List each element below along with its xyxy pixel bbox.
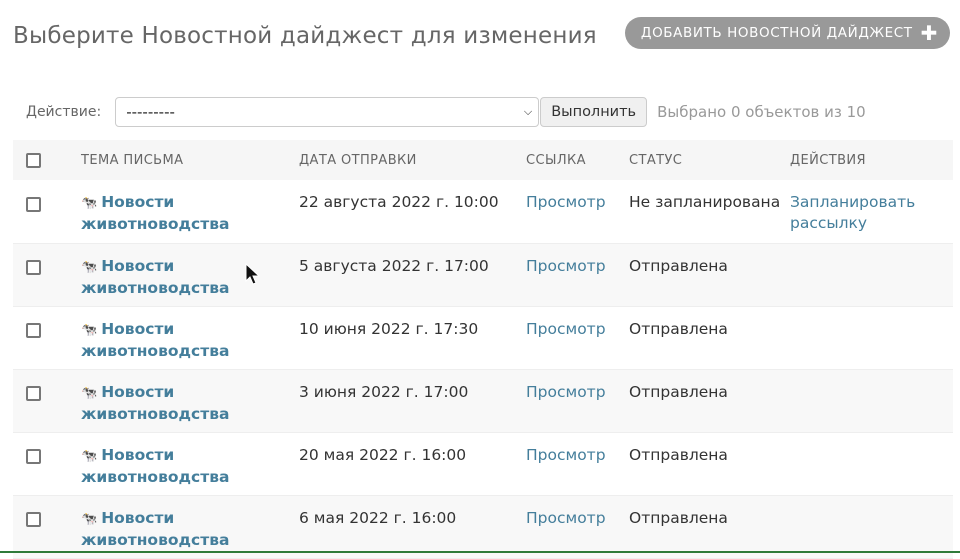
table-row: 🐄 Новости животноводства 22 августа 2022 … [13,180,953,243]
chevron-down-icon: ⌵ [523,105,533,118]
date-cell: 6 мая 2022 г. 16:00 [299,508,457,527]
date-cell: 20 мая 2022 г. 16:00 [299,445,467,464]
status-cell: Отправлена [629,256,728,275]
table-row: 🐄 Новости животноводства 20 мая 2022 г. 1… [13,432,953,495]
subject-cell: 🐄 Новости животноводства [81,432,299,495]
plus-icon: ✚ [920,21,938,45]
link-cell: Просмотр [526,180,629,243]
action-cell [790,306,953,369]
view-link[interactable]: Просмотр [526,383,606,401]
action-select[interactable]: --------- ⌵ [115,97,540,127]
results-table: Тема письма Дата отправки Ссылка Статус … [13,140,953,559]
subject-link[interactable]: Новости животноводства [81,383,230,423]
row-checkbox-cell [13,243,81,306]
column-header-link: Ссылка [526,152,586,168]
row-checkbox[interactable] [26,196,41,212]
table-header-row: Тема письма Дата отправки Ссылка Статус … [13,140,953,180]
column-header-date[interactable]: Дата отправки [299,140,526,180]
row-checkbox[interactable] [26,449,41,464]
cow-icon: 🐄 [81,385,98,401]
go-button[interactable]: Выполнить [540,97,648,127]
status-cell: Отправлена [629,382,728,401]
subject-cell: 🐄 Новости животноводства [81,369,299,432]
cow-icon: 🐄 [81,511,98,527]
date-cell: 3 июня 2022 г. 17:00 [299,382,469,401]
row-checkbox[interactable] [26,512,41,527]
column-header-subject[interactable]: Тема письма [81,140,299,180]
schedule-mailing-link[interactable]: Запланировать рассылку [790,193,915,232]
page-header: Выберите Новостной дайджест для изменени… [13,17,950,49]
row-checkbox-cell [13,306,81,369]
subject-link[interactable]: Новости животноводства [81,257,230,297]
column-header-status[interactable]: Статус [629,140,790,180]
subject-link[interactable]: Новости животноводства [81,320,230,360]
date-cell: 10 июня 2022 г. 17:30 [299,319,479,338]
table-row: 🐄 Новости животноводства 6 мая 2022 г. 16… [13,495,953,558]
link-cell: Просмотр [526,306,629,369]
link-cell: Просмотр [526,432,629,495]
status-cell: Отправлена [629,319,728,338]
mouse-cursor-icon [245,263,261,285]
column-header-actions: Действия [790,152,866,168]
link-cell: Просмотр [526,243,629,306]
action-cell: Запланировать рассылку [790,180,953,243]
select-all-checkbox[interactable] [26,152,41,168]
cow-icon: 🐄 [81,196,98,211]
cow-icon: 🐄 [81,259,98,275]
row-checkbox-cell [13,432,81,495]
action-cell [790,243,953,306]
view-link[interactable]: Просмотр [526,320,606,338]
cow-icon: 🐄 [81,448,98,464]
status-cell: Не запланирована [629,193,781,211]
date-cell: 22 августа 2022 г. 10:00 [299,193,499,211]
subject-cell: 🐄 Новости животноводства [81,495,299,558]
cow-icon: 🐄 [81,322,98,338]
action-cell [790,495,953,558]
view-link[interactable]: Просмотр [526,509,606,527]
select-all-cell [13,140,81,180]
view-link[interactable]: Просмотр [526,193,606,211]
table-row: 🐄 Новости животноводства 5 августа 2022 г… [13,243,953,306]
date-cell: 5 августа 2022 г. 17:00 [299,256,489,275]
table-row: 🐄 Новости животноводства 10 июня 2022 г. … [13,306,953,369]
row-checkbox-cell [13,180,81,243]
subject-cell: 🐄 Новости животноводства [81,180,299,243]
page-title: Выберите Новостной дайджест для изменени… [13,22,597,49]
link-cell: Просмотр [526,495,629,558]
subject-link[interactable]: Новости животноводства [81,193,230,233]
action-select-value: --------- [126,103,175,121]
subject-link[interactable]: Новости животноводства [81,509,230,549]
row-checkbox[interactable] [26,386,41,401]
add-digest-button[interactable]: Добавить Новостной дайджест ✚ [624,17,950,49]
link-cell: Просмотр [526,369,629,432]
selection-counter: Выбрано 0 объектов из 10 [657,103,866,121]
row-checkbox-cell [13,495,81,558]
action-label: Действие: [26,104,102,120]
action-cell [790,432,953,495]
subject-cell: 🐄 Новости животноводства [81,306,299,369]
row-checkbox-cell [13,369,81,432]
table-row: 🐄 Новости животноводства 3 июня 2022 г. 1… [13,369,953,432]
view-link[interactable]: Просмотр [526,446,606,464]
subject-link[interactable]: Новости животноводства [81,446,230,486]
action-cell [790,369,953,432]
row-checkbox[interactable] [26,323,41,338]
status-cell: Отправлена [629,445,728,464]
actions-bar: Действие: --------- ⌵ Выполнить Выбрано … [26,96,940,128]
add-digest-button-label: Добавить Новостной дайджест [640,25,913,41]
view-link[interactable]: Просмотр [526,257,606,275]
row-checkbox[interactable] [26,260,41,275]
status-cell: Отправлена [629,508,728,527]
subject-cell: 🐄 Новости животноводства [81,243,299,306]
